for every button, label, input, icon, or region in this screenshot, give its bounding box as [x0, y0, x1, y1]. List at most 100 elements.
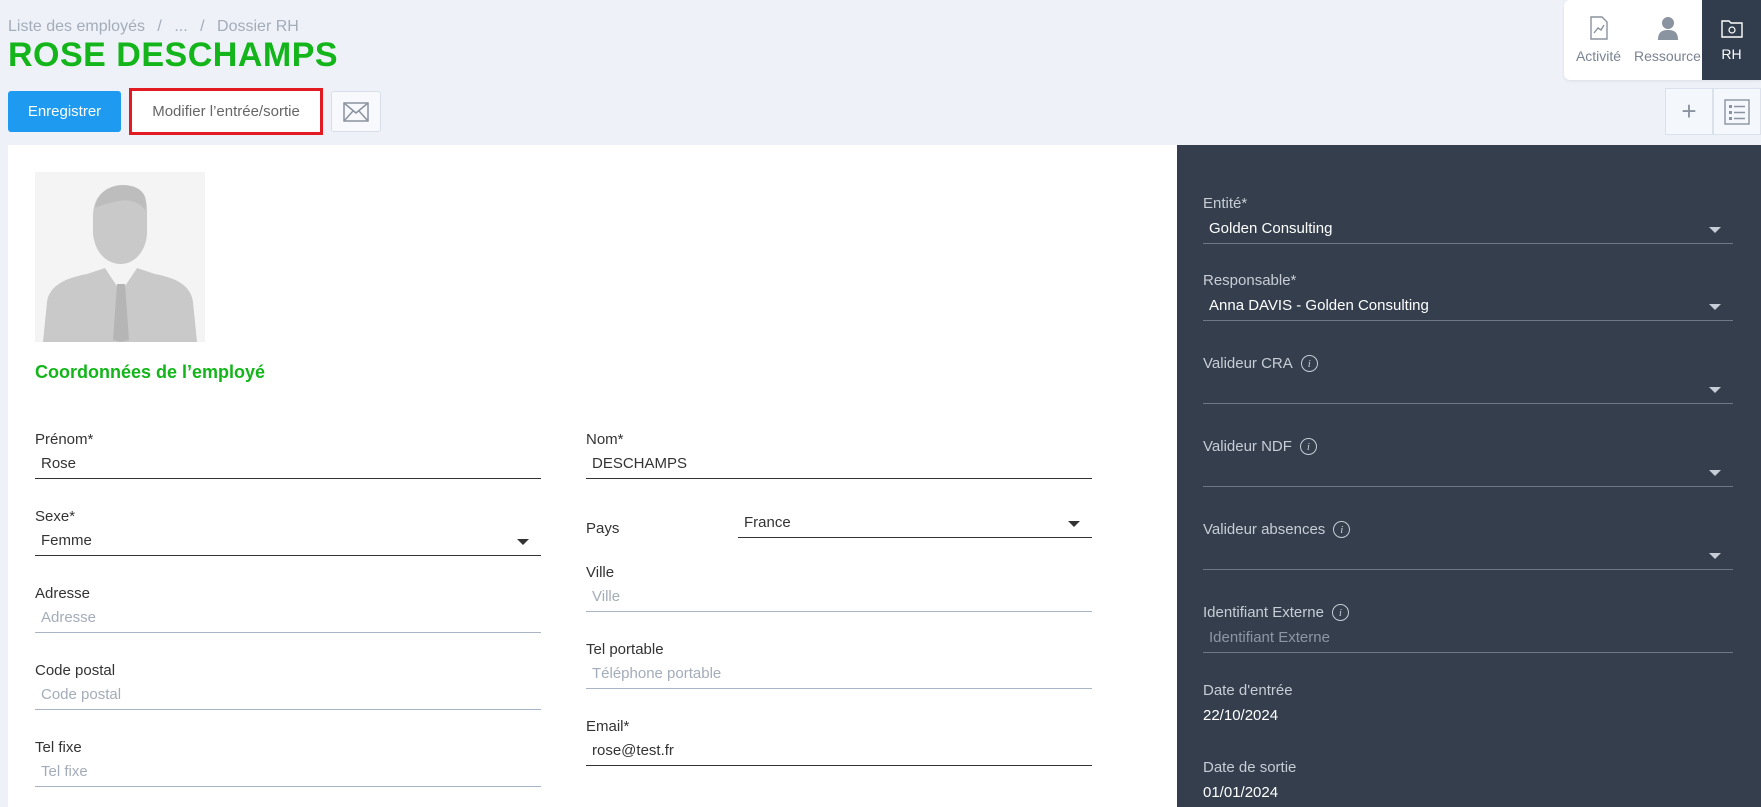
sexe-select[interactable]: Femme — [35, 532, 541, 556]
sexe-label: Sexe* — [35, 508, 76, 525]
pays-value: France — [744, 514, 791, 531]
caret-down-icon — [1709, 304, 1721, 310]
pays-select[interactable]: France — [738, 514, 1092, 538]
nav-rh[interactable]: RH — [1702, 0, 1761, 80]
avatar[interactable] — [35, 172, 205, 342]
breadcrumb-employee-list[interactable]: Liste des employés — [8, 18, 145, 35]
tel-portable-input[interactable]: Téléphone portable — [586, 665, 1092, 689]
date-entree-value: 22/10/2024 — [1203, 707, 1279, 724]
entite-value: Golden Consulting — [1209, 220, 1333, 237]
tel-portable-field: Tel portable Téléphone portable — [586, 641, 1092, 689]
email-label: Email* — [586, 718, 630, 735]
pays-label: Pays — [586, 520, 620, 537]
nom-label: Nom* — [586, 431, 624, 448]
page-title: ROSE DESCHAMPS — [8, 36, 339, 74]
entite-select[interactable]: Golden Consulting — [1203, 220, 1733, 244]
entite-field: Entité* Golden Consulting — [1203, 195, 1733, 244]
side-panel: Entité* Golden Consulting Responsable* A… — [1177, 145, 1761, 807]
breadcrumb-ellipsis[interactable]: ... — [174, 18, 187, 35]
entite-label: Entité* — [1203, 195, 1248, 212]
tel-fixe-field: Tel fixe Tel fixe — [35, 739, 541, 787]
person-icon — [1657, 17, 1678, 40]
prenom-input[interactable]: Rose — [35, 455, 541, 479]
date-sortie-value: 01/01/2024 — [1203, 784, 1279, 801]
adresse-input[interactable]: Adresse — [35, 609, 541, 633]
adresse-label: Adresse — [35, 585, 91, 602]
valideur-ndf-label: Valideur NDF — [1203, 438, 1292, 455]
nom-input[interactable]: DESCHAMPS — [586, 455, 1092, 479]
identifiant-externe-label: Identifiant Externe — [1203, 604, 1324, 621]
date-sortie-label: Date de sortie — [1203, 759, 1297, 776]
info-icon[interactable]: i — [1331, 604, 1349, 621]
employee-form-panel: Coordonnées de l’employé Prénom* Rose No… — [8, 145, 1177, 807]
valideur-ndf-field: Valideur NDF i — [1203, 438, 1733, 487]
code-postal-input[interactable]: Code postal — [35, 686, 541, 710]
date-entree-field: Date d'entrée 22/10/2024 — [1203, 682, 1733, 731]
responsable-select[interactable]: Anna DAVIS - Golden Consulting — [1203, 297, 1733, 321]
envelope-icon — [343, 101, 369, 122]
info-icon[interactable]: i — [1333, 521, 1351, 538]
edit-entry-exit-button[interactable]: Modifier l’entrée/sortie — [129, 88, 323, 135]
ville-label: Ville — [586, 564, 615, 581]
adresse-field: Adresse Adresse — [35, 585, 541, 633]
identifiant-externe-input[interactable]: Identifiant Externe — [1203, 629, 1733, 653]
pays-field: Pays France — [586, 514, 1092, 538]
list-view-button[interactable] — [1713, 88, 1761, 135]
chart-document-icon — [1589, 16, 1608, 40]
breadcrumb-separator: / — [157, 18, 162, 35]
valideur-absences-label: Valideur absences — [1203, 521, 1326, 538]
caret-down-icon — [517, 539, 529, 545]
tel-fixe-label: Tel fixe — [35, 739, 82, 756]
email-field: Email* rose@test.fr — [586, 718, 1092, 766]
nav-rh-label: RH — [1721, 46, 1742, 62]
plus-icon: + — [1681, 96, 1697, 126]
nav-activite[interactable]: Activité — [1564, 0, 1633, 80]
ville-field: Ville Ville — [586, 564, 1092, 612]
caret-down-icon — [1709, 470, 1721, 476]
caret-down-icon — [1709, 387, 1721, 393]
list-icon — [1724, 98, 1750, 125]
code-postal-label: Code postal — [35, 662, 116, 679]
tel-portable-label: Tel portable — [586, 641, 664, 658]
save-button[interactable]: Enregistrer — [8, 91, 121, 132]
responsable-label: Responsable* — [1203, 272, 1297, 289]
view-tools: + — [1665, 88, 1761, 135]
nav-ressource-label: Ressource — [1634, 48, 1701, 64]
nav-ressource[interactable]: Ressource — [1633, 0, 1702, 80]
section-title: Coordonnées de l’employé — [35, 362, 266, 382]
breadcrumb-dossier-rh[interactable]: Dossier RH — [217, 18, 299, 35]
valideur-cra-label: Valideur CRA — [1203, 355, 1293, 372]
valideur-ndf-select[interactable] — [1203, 463, 1733, 487]
responsable-value: Anna DAVIS - Golden Consulting — [1209, 297, 1429, 314]
add-button[interactable]: + — [1665, 88, 1713, 135]
prenom-field: Prénom* Rose — [35, 431, 541, 479]
caret-down-icon — [1709, 227, 1721, 233]
valideur-absences-select[interactable] — [1203, 546, 1733, 570]
module-nav: Activité Ressource RH — [1564, 0, 1761, 80]
info-icon[interactable]: i — [1300, 355, 1318, 372]
email-input[interactable]: rose@test.fr — [586, 742, 1092, 766]
caret-down-icon — [1068, 521, 1080, 527]
folder-icon — [1720, 20, 1743, 38]
breadcrumb: Liste des employés / ... / Dossier RH — [8, 18, 307, 36]
valideur-cra-field: Valideur CRA i — [1203, 355, 1733, 404]
breadcrumb-separator: / — [200, 18, 205, 35]
nav-activite-label: Activité — [1575, 48, 1622, 64]
ville-input[interactable]: Ville — [586, 588, 1092, 612]
valideur-cra-select[interactable] — [1203, 380, 1733, 404]
send-mail-button[interactable] — [331, 91, 381, 132]
nom-field: Nom* DESCHAMPS — [586, 431, 1092, 479]
info-icon[interactable]: i — [1299, 438, 1317, 455]
responsable-field: Responsable* Anna DAVIS - Golden Consult… — [1203, 272, 1733, 321]
code-postal-field: Code postal Code postal — [35, 662, 541, 710]
sexe-value: Femme — [41, 532, 92, 549]
sexe-field: Sexe* Femme — [35, 508, 541, 556]
tel-fixe-input[interactable]: Tel fixe — [35, 763, 541, 787]
caret-down-icon — [1709, 553, 1721, 559]
identifiant-externe-field: Identifiant Externe i Identifiant Externe — [1203, 604, 1733, 653]
date-entree-label: Date d'entrée — [1203, 682, 1293, 699]
avatar-placeholder-icon — [43, 184, 197, 342]
date-sortie-field: Date de sortie 01/01/2024 — [1203, 759, 1733, 807]
prenom-label: Prénom* — [35, 431, 94, 448]
valideur-absences-field: Valideur absences i — [1203, 521, 1733, 570]
